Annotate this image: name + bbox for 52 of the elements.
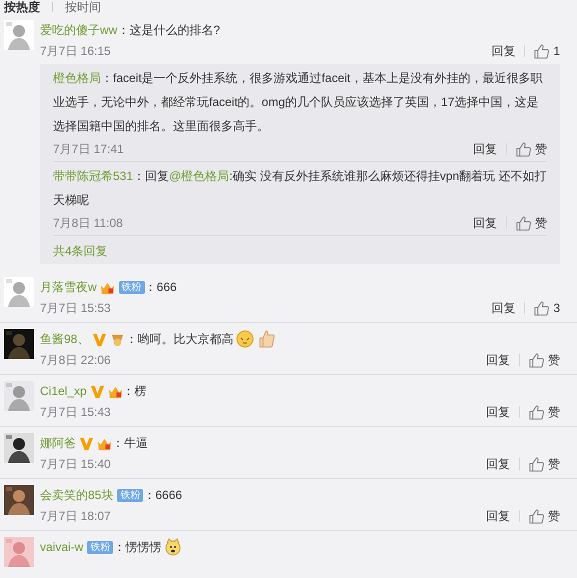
like-button[interactable]: 3: [534, 300, 560, 316]
like-button[interactable]: 赞: [529, 404, 560, 420]
reply-time: 7月7日 17:41: [53, 140, 125, 158]
thumbs-up-icon: [534, 44, 550, 58]
comment-text: ：666: [144, 279, 177, 296]
like-button[interactable]: 赞: [529, 352, 560, 368]
reply-link[interactable]: 回复: [486, 456, 510, 472]
fan-badge: 铁粉: [87, 540, 114, 554]
thumbs-up-icon: [534, 300, 550, 316]
verified-icon: [79, 436, 94, 450]
fan-badge: 铁粉: [118, 280, 145, 294]
sort-tab[interactable]: 按时间: [65, 0, 101, 14]
like-button[interactable]: 1: [534, 44, 560, 58]
comment-time: 7月7日 16:15: [40, 42, 112, 60]
reply-link[interactable]: 回复: [491, 300, 516, 316]
reply-text: 带带陈冠希531：回复@橙色格局:确实 没有反外挂系统谁那么麻烦还得挂vpn翻着玩 还不如打天梯呢: [53, 168, 547, 209]
comment-time: 7月7日 15:53: [40, 300, 112, 316]
like-button[interactable]: 赞: [529, 456, 560, 472]
reply-link[interactable]: 回复: [486, 404, 510, 420]
comment-text: ：这是什么的排名?: [117, 22, 220, 39]
verified-icon: [92, 332, 108, 346]
comment-time: 7月7日 18:07: [40, 508, 112, 524]
thumbs-up-icon: [516, 142, 531, 156]
dog-emoji-icon: [164, 538, 182, 556]
thumbs-up-icon: [529, 508, 544, 524]
sort-tab[interactable]: 按热度: [4, 0, 40, 14]
comment-text: ：愣愣愣: [113, 539, 162, 556]
face-emoji-icon: [236, 330, 254, 348]
fan-badge: 铁粉: [117, 488, 144, 502]
comment-text: ：6666: [143, 487, 182, 504]
comment-time: 7月7日 15:40: [40, 456, 112, 472]
thumbs-up-icon: [516, 216, 531, 230]
thumbs-up-icon: [529, 404, 544, 420]
comment-time: 7月8日 22:06: [40, 352, 112, 368]
reply-link[interactable]: 回复: [473, 140, 497, 158]
verified-icon: [90, 384, 105, 398]
reply-time: 7月8日 11:08: [53, 214, 124, 232]
comment-text: ：楞: [122, 383, 147, 400]
reply-link[interactable]: 回复: [486, 508, 510, 524]
reply-link[interactable]: 回复: [473, 214, 497, 232]
thumbs-up-emoji-icon: [257, 330, 276, 348]
thumbs-up-icon: [529, 352, 544, 368]
comment-text: ：牛逼: [112, 435, 148, 452]
like-button[interactable]: 赞: [516, 214, 547, 232]
reply-link[interactable]: 回复: [491, 42, 516, 60]
like-button[interactable]: 赞: [529, 508, 560, 524]
comment-time: 7月7日 15:43: [40, 404, 112, 420]
comment-text: ：哟呵。比大京都高: [125, 331, 234, 348]
like-button[interactable]: 赞: [516, 140, 547, 158]
reply-text: 橙色格局：faceit是一个反外挂系统，很多游戏通过faceit，基本上是没有外挂的，最近很多职业选手，无论中外，都经常玩faceit的。omg的几个队员应该选择了英国，17选择中国，这是选择国籍中国的排名。这里面很多高手。: [53, 70, 544, 135]
reply-link[interactable]: 回复: [486, 352, 510, 368]
thumbs-up-icon: [529, 456, 544, 472]
